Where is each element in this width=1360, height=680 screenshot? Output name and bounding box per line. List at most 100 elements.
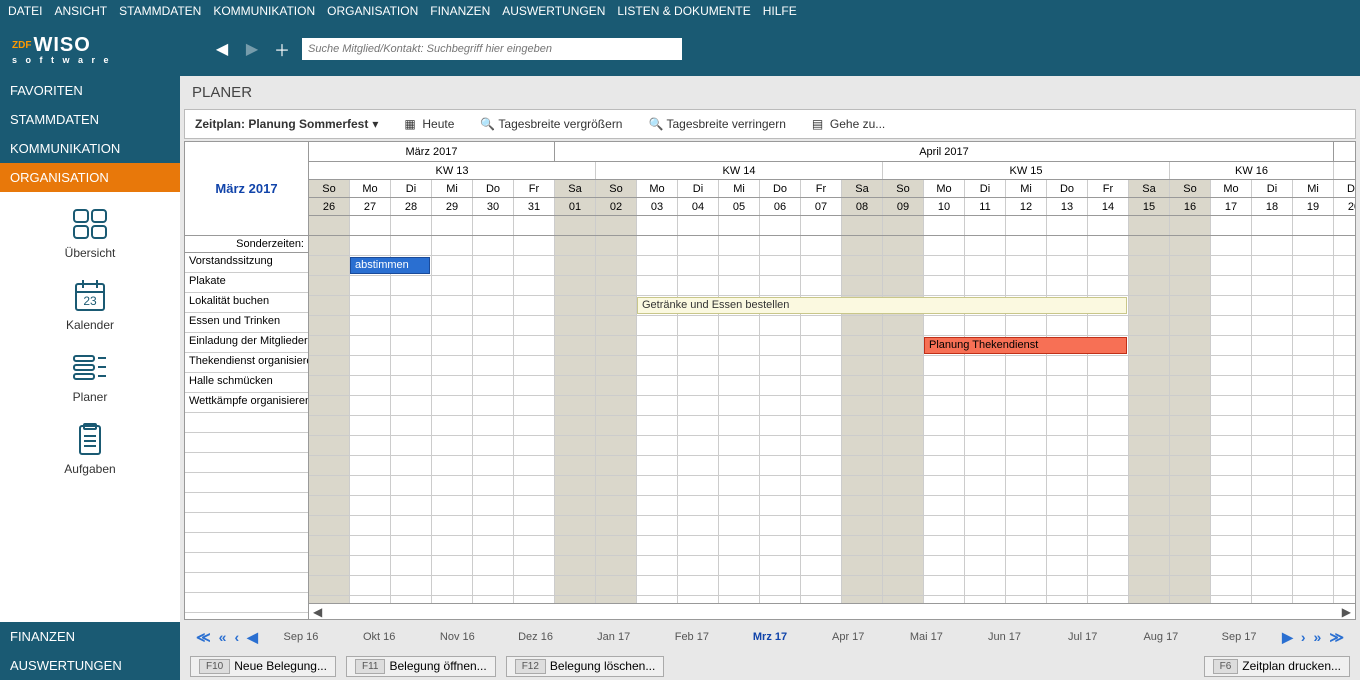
grid-row[interactable]: [309, 276, 1355, 296]
day-header: Fr: [1088, 180, 1129, 197]
task-label: [185, 533, 308, 553]
menu-organisation[interactable]: ORGANISATION: [327, 4, 418, 18]
print-zeitplan-button[interactable]: F6Zeitplan drucken...: [1204, 656, 1350, 677]
task-label: Vorstandssitzung: [185, 253, 308, 273]
grid-row[interactable]: [309, 436, 1355, 456]
timeline-month[interactable]: Aug 17: [1122, 631, 1200, 643]
grid-row[interactable]: [309, 336, 1355, 356]
month-header: März 2017: [309, 142, 555, 161]
grid-row[interactable]: [309, 536, 1355, 556]
task-label: Plakate: [185, 273, 308, 293]
sidebar-icon-planer[interactable]: Planer: [70, 350, 110, 404]
timeline-month[interactable]: Jan 17: [575, 631, 653, 643]
delete-belegung-button[interactable]: F12Belegung löschen...: [506, 656, 665, 677]
grid-row[interactable]: [309, 376, 1355, 396]
menu-hilfe[interactable]: HILFE: [763, 4, 797, 18]
menu-finanzen[interactable]: FINANZEN: [430, 4, 490, 18]
horizontal-scrollbar[interactable]: ◀▶: [309, 603, 1355, 619]
grid-row[interactable]: [309, 516, 1355, 536]
menu-listen & dokumente[interactable]: LISTEN & DOKUMENTE: [617, 4, 750, 18]
goto-icon: ▤: [812, 117, 826, 131]
nav-back-icon[interactable]: ◀: [212, 39, 232, 59]
grid-row[interactable]: [309, 396, 1355, 416]
date-header: 13: [1047, 198, 1088, 215]
menu-ansicht[interactable]: ANSICHT: [54, 4, 107, 18]
timeline-month[interactable]: Mai 17: [887, 631, 965, 643]
sidebar-icons: Übersicht 23Kalender Planer Aufgaben: [0, 192, 180, 622]
timeline-month[interactable]: Jun 17: [965, 631, 1043, 643]
sidebar-item-auswertungen[interactable]: AUSWERTUNGEN: [0, 651, 180, 680]
day-header: Di: [678, 180, 719, 197]
goto-button[interactable]: ▤Gehe zu...: [812, 117, 885, 131]
sidebar-item-organisation[interactable]: ORGANISATION: [0, 163, 180, 192]
date-header: 16: [1170, 198, 1211, 215]
zoom-in-button[interactable]: 🔍Tagesbreite vergrößern: [480, 117, 622, 131]
menu-kommunikation[interactable]: KOMMUNIKATION: [213, 4, 315, 18]
date-header: 26: [309, 198, 350, 215]
gantt-bar[interactable]: Getränke und Essen bestellen: [637, 297, 1127, 314]
timeline-month[interactable]: Sep 17: [1200, 631, 1278, 643]
grid-row[interactable]: [309, 596, 1355, 603]
sidebar-icon-übersicht[interactable]: Übersicht: [65, 206, 116, 260]
sidebar-item-kommunikation[interactable]: KOMMUNIKATION: [0, 134, 180, 163]
grid-row[interactable]: [309, 356, 1355, 376]
sidebar-item-stammdaten[interactable]: STAMMDATEN: [0, 105, 180, 134]
timeline-month[interactable]: Feb 17: [653, 631, 731, 643]
grid-row[interactable]: [309, 456, 1355, 476]
date-header: 19: [1293, 198, 1334, 215]
page-title: PLANER: [180, 76, 1360, 109]
timeline-month[interactable]: Nov 16: [418, 631, 496, 643]
timeline-month[interactable]: Apr 17: [809, 631, 887, 643]
sidebar-item-favoriten[interactable]: FAVORITEN: [0, 76, 180, 105]
new-belegung-button[interactable]: F10Neue Belegung...: [190, 656, 336, 677]
menu-datei[interactable]: DATEI: [8, 4, 42, 18]
grid-row[interactable]: [309, 416, 1355, 436]
grid-row[interactable]: [309, 496, 1355, 516]
timeline-next-icon[interactable]: ▶: [1278, 629, 1297, 646]
task-label: Wettkämpfe organisieren: [185, 393, 308, 413]
timeline-month[interactable]: Jul 17: [1044, 631, 1122, 643]
grid-row[interactable]: [309, 476, 1355, 496]
timeline-month[interactable]: Dez 16: [496, 631, 574, 643]
week-header: KW 14: [596, 162, 883, 179]
task-label: [185, 593, 308, 613]
today-button[interactable]: ▦Heute: [404, 117, 454, 131]
task-label: [185, 413, 308, 433]
timeline-last-icon[interactable]: ≫: [1325, 629, 1348, 646]
search-input[interactable]: [302, 38, 682, 60]
grid-row[interactable]: [309, 316, 1355, 336]
day-header: Mi: [432, 180, 473, 197]
timeline-first-icon[interactable]: ≪: [192, 629, 215, 646]
timeline-prev-step-icon[interactable]: ‹: [230, 629, 243, 645]
task-label: [185, 453, 308, 473]
zoom-out-button[interactable]: 🔍Tagesbreite verringern: [648, 117, 785, 131]
plan-dropdown[interactable]: Zeitplan: Planung Sommerfest ▾: [195, 117, 378, 131]
gantt-bar[interactable]: abstimmen: [350, 257, 430, 274]
grid-row[interactable]: [309, 256, 1355, 276]
open-belegung-button[interactable]: F11Belegung öffnen...: [346, 656, 496, 677]
timeline-prev-icon[interactable]: ◀: [243, 629, 262, 646]
timeline-prev-fast-icon[interactable]: «: [215, 629, 231, 645]
footer-bar: F10Neue Belegung... F11Belegung öffnen..…: [184, 654, 1356, 678]
menu-auswertungen[interactable]: AUSWERTUNGEN: [502, 4, 605, 18]
sidebar-icon-kalender[interactable]: 23Kalender: [66, 278, 114, 332]
sidebar-item-finanzen[interactable]: FINANZEN: [0, 622, 180, 651]
nav-forward-icon[interactable]: ▶: [242, 39, 262, 59]
toolbar: Zeitplan: Planung Sommerfest ▾ ▦Heute 🔍T…: [184, 109, 1356, 139]
timeline-month[interactable]: Okt 16: [340, 631, 418, 643]
sidebar-icon-aufgaben[interactable]: Aufgaben: [64, 422, 115, 476]
sidebar: FAVORITENSTAMMDATENKOMMUNIKATIONORGANISA…: [0, 76, 180, 680]
date-header: 31: [514, 198, 555, 215]
timeline-month[interactable]: Sep 16: [262, 631, 340, 643]
day-header: Sa: [1129, 180, 1170, 197]
timeline-next-step-icon[interactable]: ›: [1297, 629, 1310, 645]
day-header: Do: [1334, 180, 1355, 197]
menu-stammdaten[interactable]: STAMMDATEN: [119, 4, 201, 18]
gantt-bar[interactable]: Planung Thekendienst: [924, 337, 1127, 354]
timeline-month[interactable]: Mrz 17: [731, 631, 809, 643]
grid-row[interactable]: [309, 236, 1355, 256]
grid-row[interactable]: [309, 556, 1355, 576]
timeline-next-fast-icon[interactable]: »: [1310, 629, 1326, 645]
grid-row[interactable]: [309, 576, 1355, 596]
nav-add-icon[interactable]: ＋: [272, 39, 292, 59]
